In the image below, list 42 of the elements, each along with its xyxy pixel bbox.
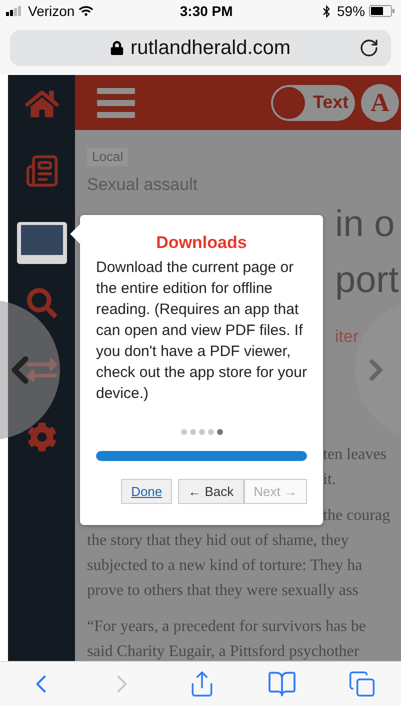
article-text: “For years, a precedent for survivors has be bbox=[87, 617, 366, 637]
clock-time: 3:30 PM bbox=[180, 3, 233, 19]
article-text: it. bbox=[323, 470, 336, 490]
article-text: the courag bbox=[323, 506, 390, 526]
address-bar[interactable]: rutlandherald.com bbox=[10, 30, 391, 66]
text-toggle[interactable]: Text bbox=[271, 84, 355, 120]
settings-icon[interactable] bbox=[26, 422, 56, 452]
lock-icon bbox=[110, 41, 124, 55]
url-text: rutlandherald.com bbox=[130, 36, 291, 60]
article-text: said Charity Eugair, a Pittsford psychother bbox=[87, 642, 360, 661]
headline-text: in o bbox=[335, 202, 395, 246]
step-dot[interactable] bbox=[180, 429, 186, 435]
step-nav-button[interactable]: ← Back bbox=[178, 479, 244, 504]
menu-icon[interactable] bbox=[97, 88, 135, 118]
popup-title: Downloads bbox=[155, 232, 248, 254]
battery-percent: 59% bbox=[336, 3, 365, 19]
done-button[interactable]: Done bbox=[121, 479, 172, 504]
section-tag: Local bbox=[87, 148, 128, 166]
reload-icon[interactable] bbox=[359, 38, 379, 58]
wifi-icon bbox=[78, 4, 93, 18]
carrier-name: Verizon bbox=[28, 3, 75, 19]
step-dot[interactable] bbox=[216, 429, 222, 435]
article-text: the story that they hid out of shame, they bbox=[87, 531, 349, 551]
signal-icon bbox=[6, 6, 24, 16]
newspaper-icon[interactable] bbox=[24, 154, 58, 188]
article-text: ten leaves bbox=[323, 445, 387, 465]
bookmarks-button[interactable] bbox=[266, 669, 296, 699]
step-dot[interactable] bbox=[198, 429, 204, 435]
byline-text: iter bbox=[335, 326, 359, 348]
tablet-icon[interactable] bbox=[16, 221, 68, 265]
popup-body: Download the current page or the entire edition for offline reading. (Requires an app that can open and view PDF files. If you don't have a PDF viewer, check out the app store for your device.) bbox=[96, 258, 307, 404]
font-size-button[interactable]: A bbox=[361, 84, 399, 122]
article-text: prove to others that they were sexually ass bbox=[87, 581, 358, 601]
search-icon[interactable] bbox=[26, 288, 56, 318]
step-dot[interactable] bbox=[208, 429, 214, 435]
tabs-button[interactable] bbox=[348, 670, 376, 698]
headline-text: port bbox=[335, 258, 399, 302]
tabs-icon bbox=[348, 670, 376, 698]
article-text: subjected to a new kind of torture: They ha bbox=[87, 556, 362, 576]
book-icon bbox=[266, 669, 296, 699]
battery-icon bbox=[369, 5, 395, 17]
step-dot[interactable] bbox=[190, 429, 196, 435]
